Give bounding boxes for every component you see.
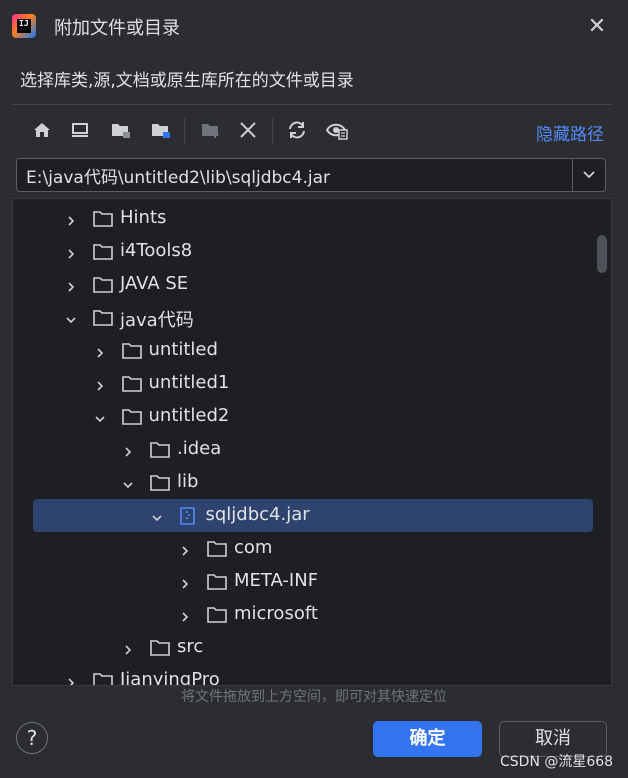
chevron-right-icon[interactable]	[179, 608, 191, 622]
chevron-down-icon	[583, 171, 595, 179]
tree-row[interactable]: META-INF	[13, 565, 611, 598]
chevron-down-icon[interactable]	[65, 311, 77, 324]
tree-row[interactable]: sqljdbc4.jar	[13, 499, 611, 532]
jar-file-icon	[179, 507, 199, 525]
folder-icon	[150, 441, 170, 458]
hide-path-link[interactable]: 隐藏路径	[536, 120, 604, 145]
tree-row-label: untitled1	[148, 372, 230, 393]
chevron-right-icon[interactable]	[179, 575, 191, 589]
tree-row-label: META-INF	[234, 570, 319, 591]
tree-row-label: JAVA SE	[120, 273, 189, 294]
tree-row-label: lib	[177, 471, 199, 492]
tree-row-label: com	[234, 537, 273, 558]
folder-icon	[93, 672, 113, 685]
tree-row[interactable]: java代码	[13, 301, 611, 334]
folder-icon	[121, 408, 142, 425]
file-tree[interactable]: Hints i4Tools8 JAVA SE java代码 untitled untitl…	[12, 198, 612, 686]
tree-row[interactable]: JianyingPro	[13, 664, 611, 686]
home-icon[interactable]	[28, 116, 56, 144]
tree-row[interactable]: untitled	[13, 334, 611, 367]
tree-row-label: java代码	[120, 310, 194, 331]
folder-icon	[121, 342, 142, 359]
chevron-down-icon[interactable]	[122, 476, 134, 489]
delete-icon[interactable]	[234, 116, 262, 144]
path-dropdown-button[interactable]	[572, 159, 605, 191]
chevron-right-icon[interactable]	[65, 245, 77, 259]
selection-highlight	[33, 499, 593, 532]
intellij-logo-icon: IJ	[12, 14, 36, 38]
tree-row[interactable]: com	[13, 532, 611, 565]
folder-icon	[150, 639, 170, 656]
path-combobox	[16, 158, 606, 192]
chevron-right-icon[interactable]	[122, 443, 134, 457]
refresh-icon[interactable]	[282, 116, 310, 144]
tree-row-label: Hints	[120, 207, 167, 228]
tree-row-label: src	[177, 636, 204, 657]
chevron-down-icon[interactable]	[94, 410, 106, 423]
tree-row[interactable]: untitled1	[13, 367, 611, 400]
drag-drop-hint: 将文件拖放到上方空间，即可对其快速定位	[181, 689, 447, 705]
tree-row[interactable]: src	[13, 631, 611, 664]
folder-icon	[93, 243, 113, 260]
folder-icon	[150, 474, 170, 491]
chevron-right-icon[interactable]	[94, 344, 106, 358]
chevron-right-icon[interactable]	[65, 278, 77, 292]
tree-row[interactable]: Hints	[13, 202, 611, 235]
help-button[interactable]: ?	[16, 722, 48, 754]
tree-row-label: microsoft	[234, 603, 318, 624]
divider	[12, 104, 612, 105]
project-folder-icon[interactable]	[106, 116, 134, 144]
tree-row-label: i4Tools8	[120, 240, 193, 261]
new-folder-icon[interactable]	[196, 116, 224, 144]
folder-icon	[207, 606, 227, 623]
tree-row[interactable]: microsoft	[13, 598, 611, 631]
folder-icon	[121, 375, 142, 392]
dialog-prompt: 选择库类,源,文档或原生库所在的文件或目录	[20, 71, 354, 91]
desktop-icon[interactable]	[66, 116, 94, 144]
folder-icon	[207, 573, 227, 590]
chevron-right-icon[interactable]	[94, 377, 106, 391]
tree-row[interactable]: lib	[13, 466, 611, 499]
folder-icon	[207, 540, 227, 557]
folder-icon	[93, 210, 113, 227]
tree-row-label: untitled2	[148, 405, 230, 426]
chevron-right-icon[interactable]	[65, 674, 77, 685]
dialog-title: 附加文件或目录	[54, 18, 180, 39]
chevron-right-icon[interactable]	[65, 212, 77, 226]
folder-icon	[93, 276, 113, 293]
tree-row[interactable]: i4Tools8	[13, 235, 611, 268]
show-hidden-icon[interactable]	[322, 116, 350, 144]
tree-row-label: JianyingPro	[120, 669, 220, 686]
tree-row-label: sqljdbc4.jar	[205, 504, 310, 525]
tree-row[interactable]: .idea	[13, 433, 611, 466]
path-input[interactable]	[17, 159, 573, 191]
ok-button[interactable]: 确定	[373, 721, 482, 757]
module-folder-icon[interactable]	[146, 116, 174, 144]
tree-row[interactable]: untitled2	[13, 400, 611, 433]
chevron-down-icon[interactable]	[151, 509, 163, 522]
watermark: CSDN @流星668	[500, 754, 614, 770]
folder-icon	[93, 309, 113, 326]
chevron-right-icon[interactable]	[122, 641, 134, 655]
tree-row-label: .idea	[177, 438, 222, 459]
close-icon[interactable]: ✕	[584, 14, 610, 40]
tree-row-label: untitled	[148, 339, 218, 360]
tree-row[interactable]: JAVA SE	[13, 268, 611, 301]
chevron-right-icon[interactable]	[179, 542, 191, 556]
